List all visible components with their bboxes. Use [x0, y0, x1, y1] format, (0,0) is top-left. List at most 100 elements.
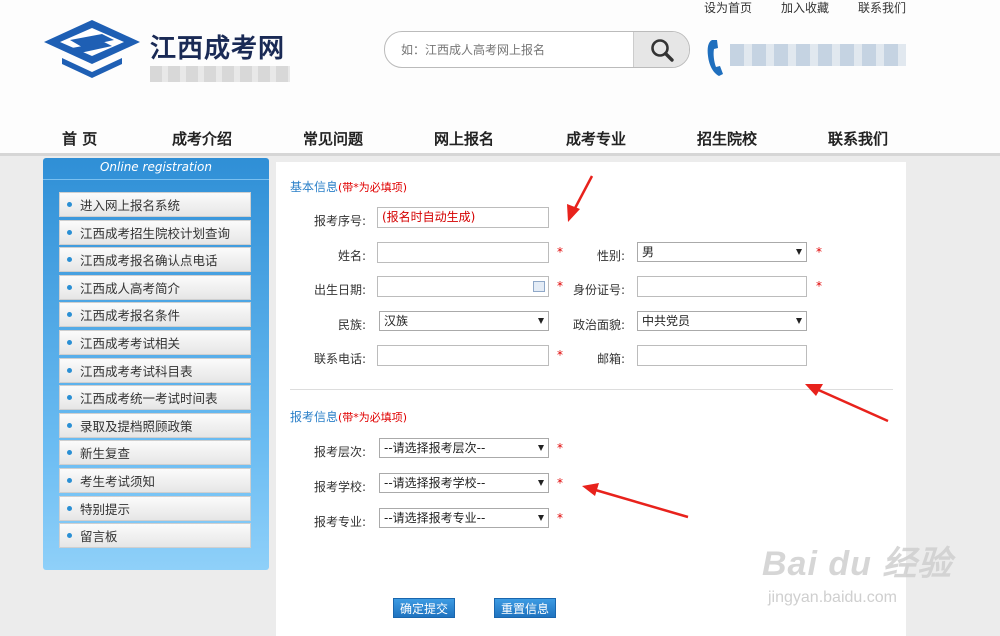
id-number-field[interactable] [637, 276, 807, 297]
sidebar-item[interactable]: 新生复查 [59, 440, 251, 466]
nav-contact[interactable]: 联系我们 [828, 128, 888, 149]
exam-school-label: 报考学校: [313, 480, 366, 494]
sidebar-item-label: 留言板 [80, 529, 118, 545]
email-field[interactable] [637, 345, 807, 366]
political-status-value: 中共党员 [642, 314, 691, 328]
chevron-down-icon [538, 515, 544, 521]
exam-info-label: 报考信息 [290, 410, 339, 424]
chevron-down-icon [796, 318, 802, 324]
sidebar-item-label: 进入网上报名系统 [80, 198, 181, 213]
ethnicity-value: 汉族 [384, 314, 409, 328]
sidebar-item-label: 江西成考考试科目表 [80, 363, 193, 379]
site-title: 江西成考网 [150, 34, 286, 64]
bullet-icon [67, 229, 72, 235]
set-homepage-link[interactable]: 设为首页 [704, 0, 752, 16]
exam-major-label: 报考专业: [313, 515, 366, 529]
contact-us-link[interactable]: 联系我们 [858, 0, 906, 16]
sidebar-menu: 进入网上报名系统 江西成考招生院校计划查询 江西成考报名确认点电话 江西成人高考… [59, 192, 251, 551]
ethnicity-label: 民族: [337, 318, 366, 332]
reset-button[interactable]: 重置信息 [494, 598, 556, 618]
search-icon [650, 38, 674, 62]
exam-info-title: 报考信息(带*为必填项) [290, 408, 407, 425]
name-field[interactable] [377, 242, 549, 263]
sidebar-item[interactable]: 江西成考招生院校计划查询 [59, 219, 251, 245]
exam-major-select[interactable]: --请选择报考专业-- [379, 508, 549, 528]
watermark-logo: Bai du 经验 [762, 545, 953, 583]
add-favorite-link[interactable]: 加入收藏 [781, 0, 829, 16]
search-input[interactable] [385, 32, 635, 67]
bullet-icon [67, 395, 72, 401]
sidebar-item[interactable]: 江西成人高考简介 [59, 274, 251, 300]
nav-online-registration[interactable]: 网上报名 [434, 128, 494, 149]
sidebar-item-label: 新生复查 [80, 446, 131, 462]
serial-field: (报名时自动生成) [377, 207, 549, 228]
sidebar-item[interactable]: 江西成考考试相关 [59, 329, 251, 355]
nav-home[interactable]: 首 页 [62, 128, 97, 149]
nav-intro[interactable]: 成考介绍 [172, 128, 232, 149]
sidebar-item-label: 江西成人高考简介 [80, 280, 181, 296]
gender-select[interactable]: 男 [637, 242, 807, 262]
exam-level-select[interactable]: --请选择报考层次-- [379, 438, 549, 458]
blurred-subtitle [150, 66, 290, 82]
bullet-icon [67, 202, 72, 207]
sidebar-item[interactable]: 特别提示 [59, 495, 251, 521]
nav-majors[interactable]: 成考专业 [566, 128, 626, 149]
birth-label: 出生日期: [313, 283, 366, 297]
sidebar-item[interactable]: 江西成考报名条件 [59, 302, 251, 328]
sidebar-item[interactable]: 江西成考考试科目表 [59, 357, 251, 383]
sidebar-item[interactable]: 江西成考统一考试时间表 [59, 385, 251, 411]
sidebar-item-label: 录取及提档照顾政策 [80, 418, 193, 434]
search-box [384, 31, 690, 68]
gender-label: 性别: [596, 249, 625, 263]
exam-major-value: --请选择报考专业-- [384, 511, 486, 525]
required-star: * [816, 279, 822, 293]
phone-field[interactable] [377, 345, 549, 366]
required-star: * [816, 245, 822, 259]
chevron-down-icon [796, 249, 802, 255]
sidebar-item-label: 江西成考报名确认点电话 [80, 253, 218, 269]
id-number-label: 身份证号: [572, 283, 625, 297]
exam-school-value: --请选择报考学校-- [384, 476, 486, 490]
top-links: 设为首页 加入收藏 联系我们 [704, 0, 906, 16]
gender-value: 男 [642, 245, 655, 259]
basic-info-label: 基本信息 [290, 180, 339, 194]
chevron-down-icon [538, 480, 544, 486]
bullet-icon [67, 477, 72, 483]
sidebar-item[interactable]: 进入网上报名系统 [59, 192, 251, 217]
blurred-phone-number [730, 44, 906, 66]
sidebar-item-label: 江西成考报名条件 [80, 308, 181, 324]
baidu-watermark: Bai du 经验 jingyan.baidu.com [762, 536, 952, 607]
bullet-icon [67, 505, 72, 511]
sidebar-item[interactable]: 录取及提档照顾政策 [59, 412, 251, 438]
exam-level-value: --请选择报考层次-- [384, 441, 486, 455]
required-star: * [557, 511, 563, 525]
political-status-label: 政治面貌: [572, 318, 625, 332]
bullet-icon [67, 367, 72, 373]
bullet-icon [67, 257, 72, 263]
exam-school-select[interactable]: --请选择报考学校-- [379, 473, 549, 493]
bullet-icon [67, 533, 72, 539]
birth-date-field[interactable] [377, 276, 549, 297]
sidebar-item-label: 特别提示 [80, 501, 131, 517]
submit-button[interactable]: 确定提交 [393, 598, 455, 618]
bullet-icon [67, 339, 72, 345]
sidebar-item[interactable]: 江西成考报名确认点电话 [59, 247, 251, 273]
nav-faq[interactable]: 常见问题 [303, 128, 363, 149]
ethnicity-select[interactable]: 汉族 [379, 311, 549, 331]
site-logo-icon[interactable] [42, 18, 142, 80]
nav-schools[interactable]: 招生院校 [697, 128, 757, 149]
sidebar: Online registration 进入网上报名系统 江西成考招生院校计划查… [43, 158, 269, 570]
required-star: * [557, 476, 563, 490]
political-status-select[interactable]: 中共党员 [637, 311, 807, 331]
sidebar-item-label: 江西成考统一考试时间表 [80, 391, 218, 407]
name-label: 姓名: [337, 249, 366, 263]
sidebar-item-label: 考生考试须知 [80, 473, 156, 489]
sidebar-item-label: 江西成考招生院校计划查询 [80, 225, 231, 241]
email-label: 邮箱: [596, 352, 625, 366]
sidebar-item[interactable]: 考生考试须知 [59, 467, 251, 493]
phone-label: 联系电话: [313, 352, 366, 366]
bullet-icon [67, 284, 72, 290]
search-button[interactable] [633, 32, 689, 67]
sidebar-item[interactable]: 留言板 [59, 523, 251, 549]
main-nav: 首 页 成考介绍 常见问题 网上报名 成考专业 招生院校 联系我们 [0, 118, 1000, 156]
